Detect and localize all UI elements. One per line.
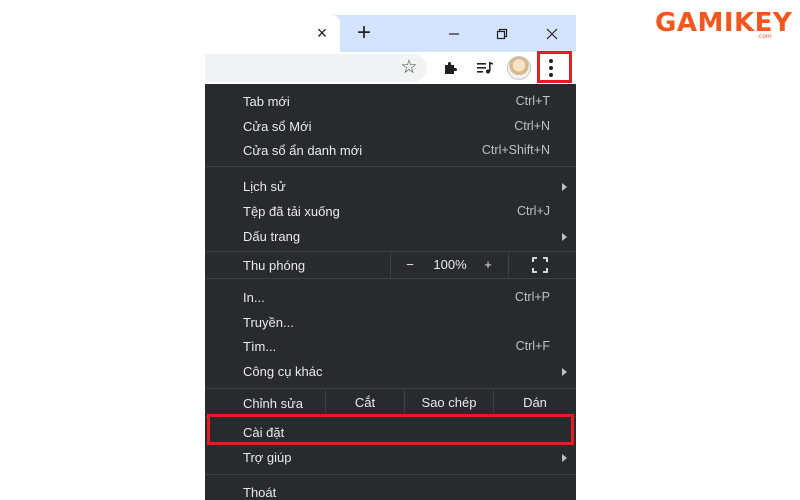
- menu-item-label: Lịch sử: [243, 179, 286, 194]
- puzzle-icon: [445, 62, 457, 74]
- menu-item-exit[interactable]: Thoát: [205, 481, 576, 500]
- media-control-button[interactable]: [472, 55, 498, 81]
- edit-label: Chỉnh sửa: [243, 396, 304, 411]
- menu-separator: [205, 388, 576, 389]
- menu-item-label: Cửa sổ ẩn danh mới: [243, 143, 363, 158]
- menu-item-label: Truyền...: [243, 315, 294, 330]
- highlight-box-more-menu: [537, 51, 572, 83]
- bookmark-star-icon[interactable]: ☆: [398, 57, 420, 79]
- paste-button[interactable]: Dán: [493, 390, 576, 416]
- menu-item-cast[interactable]: Truyền...: [205, 311, 576, 335]
- minimize-button[interactable]: [430, 15, 478, 52]
- menu-item-shortcut: Ctrl+N: [514, 119, 550, 133]
- menu-item-label: Tìm...: [243, 339, 277, 354]
- zoom-out-button[interactable]: −: [401, 256, 419, 274]
- zoom-divider: [390, 252, 391, 278]
- close-icon: [546, 28, 558, 39]
- menu-separator: [205, 474, 576, 475]
- menu-item-label: Công cụ khác: [243, 364, 323, 379]
- zoom-label: Thu phóng: [243, 258, 306, 273]
- new-tab-button[interactable]: +: [351, 20, 377, 46]
- zoom-divider: [508, 252, 509, 278]
- menu-item-shortcut: Ctrl+J: [517, 204, 550, 218]
- fullscreen-icon[interactable]: [532, 257, 548, 273]
- menu-item-shortcut: Ctrl+P: [514, 290, 550, 304]
- menu-item-label: Tệp đã tải xuống: [243, 204, 340, 219]
- highlight-box-settings: [207, 414, 574, 445]
- menu-item-downloads[interactable]: Tệp đã tải xuống Ctrl+J: [205, 200, 576, 224]
- menu-item-new-incognito-window[interactable]: Cửa sổ ẩn danh mới Ctrl+Shift+N: [205, 139, 576, 163]
- restore-icon: [496, 28, 508, 39]
- copy-button[interactable]: Sao chép: [404, 390, 493, 416]
- menu-item-shortcut: Ctrl+T: [515, 94, 550, 108]
- menu-item-bookmarks[interactable]: Dấu trang: [205, 225, 576, 249]
- menu-item-label: In...: [243, 290, 265, 305]
- menu-item-shortcut: Ctrl+Shift+N: [481, 143, 550, 157]
- extensions-button[interactable]: [438, 55, 464, 81]
- gamikey-logo: GAMIKEY .com: [655, 8, 795, 48]
- address-bar[interactable]: ☆: [205, 54, 427, 82]
- menu-item-shortcut: Ctrl+F: [515, 339, 550, 353]
- edit-row: Chỉnh sửa Cắt Sao chép Dán: [205, 390, 576, 416]
- submenu-arrow-icon: [562, 454, 567, 462]
- menu-item-new-tab[interactable]: Tab mới Ctrl+T: [205, 90, 576, 114]
- logo-domain: .com: [757, 33, 772, 40]
- minimize-icon: [449, 32, 459, 35]
- menu-item-history[interactable]: Lịch sử: [205, 175, 576, 199]
- zoom-level: 100%: [433, 257, 467, 272]
- zoom-row: Thu phóng − 100% +: [205, 252, 576, 278]
- browser-toolbar: ☆: [205, 52, 576, 84]
- menu-item-help[interactable]: Trợ giúp: [205, 446, 576, 470]
- submenu-arrow-icon: [562, 233, 567, 241]
- close-window-button[interactable]: [528, 15, 576, 52]
- playlist-icon: [477, 62, 493, 74]
- menu-item-label: Tab mới: [243, 94, 290, 109]
- menu-item-label: Thoát: [243, 485, 277, 500]
- cut-button[interactable]: Cắt: [325, 390, 404, 416]
- profile-avatar[interactable]: [507, 56, 531, 80]
- tab-close-icon[interactable]: ×: [311, 22, 333, 44]
- submenu-arrow-icon: [562, 368, 567, 376]
- menu-item-find[interactable]: Tìm... Ctrl+F: [205, 335, 576, 359]
- menu-item-print[interactable]: In... Ctrl+P: [205, 286, 576, 310]
- menu-item-label: Cửa sổ Mới: [243, 119, 312, 134]
- menu-item-label: Dấu trang: [243, 229, 301, 244]
- restore-button[interactable]: [478, 15, 526, 52]
- submenu-arrow-icon: [562, 183, 567, 191]
- menu-separator: [205, 278, 576, 279]
- menu-item-label: Trợ giúp: [243, 450, 292, 465]
- zoom-in-button[interactable]: +: [479, 256, 497, 274]
- tab-strip: × +: [205, 15, 576, 52]
- menu-separator: [205, 166, 576, 167]
- menu-item-more-tools[interactable]: Công cụ khác: [205, 360, 576, 384]
- menu-item-new-window[interactable]: Cửa sổ Mới Ctrl+N: [205, 115, 576, 139]
- active-tab[interactable]: ×: [205, 15, 340, 52]
